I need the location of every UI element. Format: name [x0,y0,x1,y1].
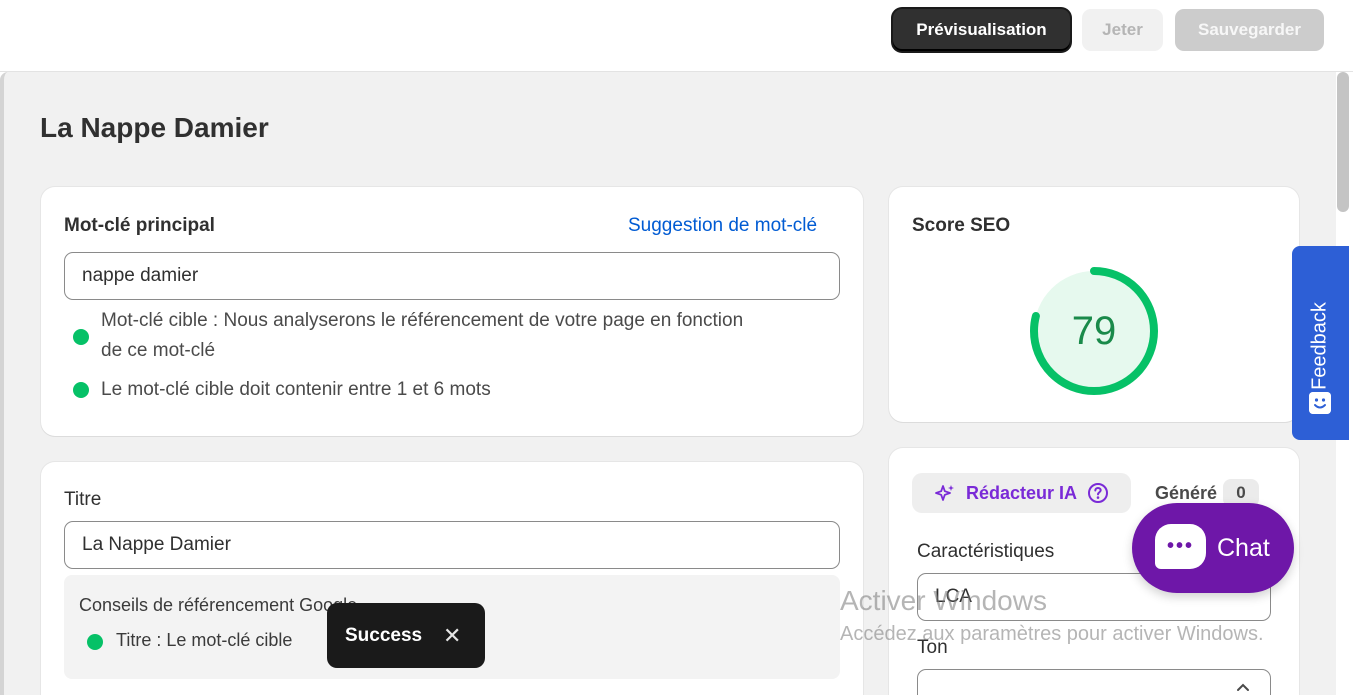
advice-heading: Conseils de référencement Google [79,595,358,615]
keyword-tip-1-line-2: de ce mot-clé [101,340,216,361]
tone-select[interactable] [917,669,1271,695]
keyword-suggestion-link[interactable]: Suggestion de mot-clé [628,215,817,237]
top-toolbar: Prévisualisation Jeter Sauvegarder [0,0,1353,72]
title-label: Titre [64,489,102,510]
save-button[interactable]: Sauvegarder [1175,9,1324,51]
chat-launcher-button[interactable]: ••• Chat [1132,503,1294,593]
scrollbar-thumb[interactable] [1337,72,1349,212]
toast-message: Success [345,625,423,646]
ai-writer-label: Rédacteur IA [966,483,1078,503]
keyword-card: Mot-clé principal Suggestion de mot-clé … [41,187,863,436]
generated-label: Généré [1155,483,1218,503]
ai-writer-button[interactable]: Rédacteur IA [912,473,1131,513]
close-icon[interactable]: ✕ [443,623,461,649]
status-dot-icon [73,329,89,345]
preview-button[interactable]: Prévisualisation [893,9,1070,51]
chat-label: Chat [1217,534,1270,562]
feedback-label: Feedback [1308,302,1331,390]
seo-score-heading: Score SEO [912,215,1011,236]
sparkle-icon [935,485,954,501]
title-input[interactable]: La Nappe Damier [64,521,840,569]
success-toast: Success ✕ [327,603,485,668]
tone-label: Ton [917,637,948,658]
page-title: La Nappe Damier [40,112,269,143]
status-dot-icon [87,634,103,650]
characteristics-label: Caractéristiques [917,541,1055,562]
advice-item: Titre : Le mot-clé cible [116,630,293,650]
smiley-icon [1309,392,1331,414]
seo-score-card: Score SEO 79 [889,187,1299,422]
chat-bubble-icon: ••• [1155,524,1206,569]
status-dot-icon [73,382,89,398]
chevron-up-icon [1237,683,1249,691]
discard-button[interactable]: Jeter [1082,9,1163,51]
seo-score-value: 79 [1071,308,1117,353]
keyword-tip-1-line-1: Mot-clé cible : Nous analyserons le réfé… [101,310,744,331]
keyword-input[interactable]: nappe damier [64,252,840,300]
help-icon[interactable] [1087,482,1109,504]
keyword-heading: Mot-clé principal [64,215,215,236]
feedback-tab[interactable]: Feedback [1292,246,1349,440]
keyword-tip-2: Le mot-clé cible doit contenir entre 1 e… [101,379,491,400]
